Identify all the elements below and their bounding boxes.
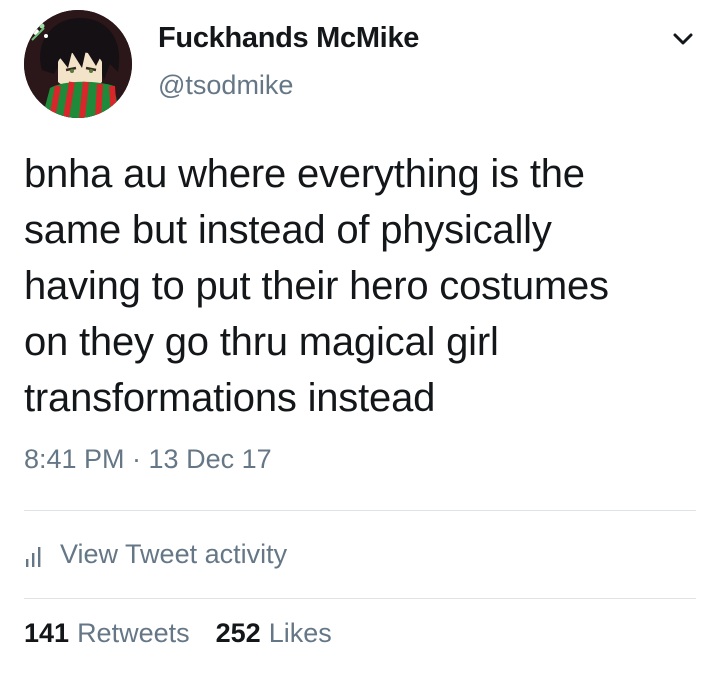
chevron-down-icon[interactable] <box>670 28 696 50</box>
view-tweet-activity-label: View Tweet activity <box>60 538 288 569</box>
likes-count: 252 <box>215 618 261 648</box>
tweet-text-line: bnha au where everything is the <box>24 152 585 196</box>
divider <box>24 598 696 599</box>
retweets-label: Retweets <box>77 618 190 648</box>
user-handle[interactable]: @tsodmike <box>158 70 293 101</box>
tweet-text-line: transformations instead <box>24 376 436 420</box>
display-name[interactable]: Fuckhands McMike <box>158 22 419 55</box>
tweet-text: bnha au where everything is the same but… <box>24 146 704 426</box>
tweet-card: Fuckhands McMike @tsodmike bnha au where… <box>0 0 720 686</box>
retweets-count: 141 <box>24 618 70 648</box>
tweet-text-line: on they go thru magical girl <box>24 320 499 364</box>
tweet-text-line: same but instead of physically <box>24 208 552 252</box>
avatar-illustration-icon <box>24 10 132 118</box>
tweet-stats: 141 Retweets 252 Likes <box>24 618 332 649</box>
tweet-text-line: having to put their hero costumes <box>24 264 609 308</box>
view-tweet-activity-button[interactable]: View Tweet activity <box>24 532 287 576</box>
divider <box>24 510 696 511</box>
bar-chart-icon <box>26 547 41 567</box>
tweet-timestamp[interactable]: 8:41 PM · 13 Dec 17 <box>24 444 272 475</box>
retweets-stat[interactable]: 141 Retweets <box>24 618 190 649</box>
likes-label: Likes <box>268 618 332 648</box>
likes-stat[interactable]: 252 Likes <box>216 618 332 649</box>
avatar[interactable] <box>24 10 132 118</box>
